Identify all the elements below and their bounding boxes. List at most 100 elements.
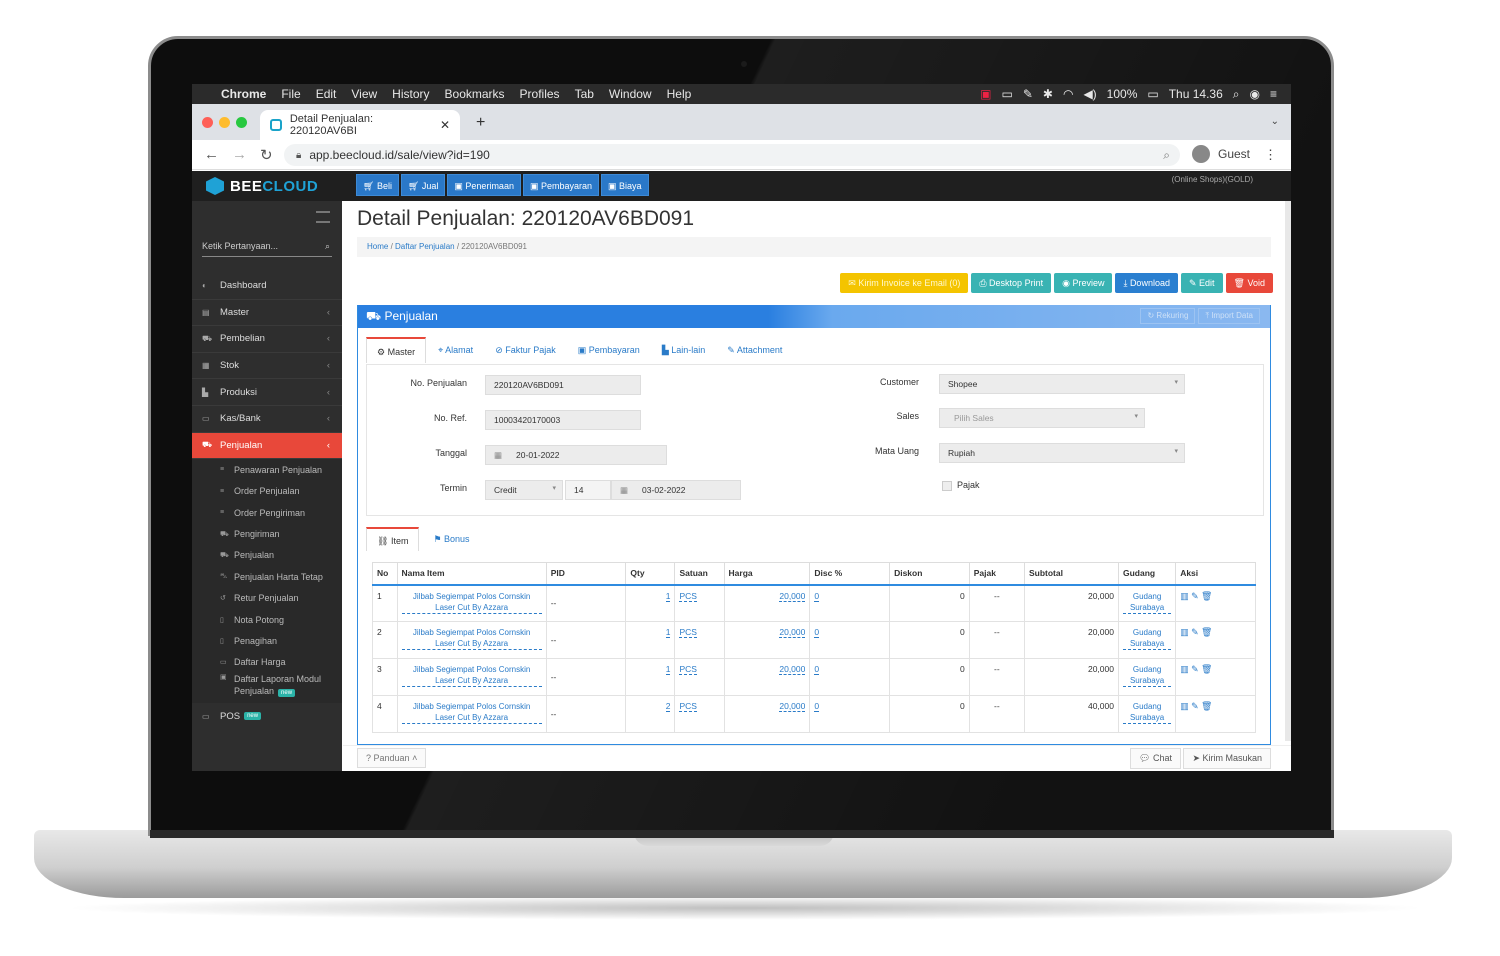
edit-icon[interactable]: ✎ bbox=[1191, 701, 1199, 711]
row-disc[interactable]: 0 bbox=[809, 584, 891, 622]
row-disc[interactable]: 0 bbox=[809, 695, 891, 733]
desktop-print-button[interactable]: ⎙ Desktop Print bbox=[971, 273, 1052, 293]
row-qty[interactable]: 1 bbox=[625, 621, 676, 659]
sidebar-sub-pengiriman[interactable]: ⛟ Pengiriman bbox=[192, 523, 342, 544]
display-icon[interactable]: ▭ bbox=[1001, 87, 1012, 101]
sidebar-sub-daftar-harga[interactable]: ▭ Daftar Harga bbox=[192, 652, 342, 673]
sidebar-sub-laporan[interactable]: ▣ Daftar Laporan Modul Penjualan new bbox=[192, 673, 342, 703]
profile-button[interactable]: Guest bbox=[1192, 145, 1250, 163]
row-satuan[interactable]: PCS bbox=[674, 621, 725, 659]
tab-item[interactable]: ⛓ Item bbox=[366, 527, 420, 551]
more-menu-icon[interactable]: ⋮ bbox=[1264, 147, 1277, 163]
import-data-button[interactable]: ⤒ Import Data bbox=[1198, 308, 1260, 324]
row-gudang[interactable]: Gudang Surabaya bbox=[1117, 695, 1177, 733]
termin-days-field[interactable]: 14 bbox=[565, 480, 611, 500]
sidebar-sub-order-penjualan[interactable]: ≡ Order Penjualan bbox=[192, 481, 342, 502]
tab-lain-lain[interactable]: ▙ Lain-lain bbox=[652, 337, 715, 363]
lock-icon[interactable]: 🔒︎ bbox=[296, 150, 301, 161]
row-harga[interactable]: 20,000 bbox=[723, 658, 811, 696]
pajak-checkbox[interactable] bbox=[942, 481, 952, 491]
delete-icon[interactable]: 🗑︎ bbox=[1201, 664, 1212, 674]
volume-icon[interactable]: ◀) bbox=[1083, 87, 1096, 101]
no-penjualan-field[interactable]: 220120AV6BD091 bbox=[485, 375, 641, 395]
sidebar-item-penjualan[interactable]: ⛟ Penjualan ‹ bbox=[192, 432, 342, 460]
battery-icon[interactable]: ▭ bbox=[1147, 87, 1158, 101]
download-button[interactable]: ⤓ Download bbox=[1115, 273, 1178, 293]
row-harga[interactable]: 20,000 bbox=[723, 584, 811, 622]
row-item-name[interactable]: Jilbab Segiempat Polos Cornskin Laser Cut… bbox=[396, 658, 547, 696]
delete-icon[interactable]: 🗑︎ bbox=[1201, 591, 1212, 601]
row-disc[interactable]: 0 bbox=[809, 621, 891, 659]
sidebar-search-input[interactable]: Ketik Pertanyaan... ⌕ bbox=[202, 241, 332, 257]
url-field[interactable]: 🔒︎ app.beecloud.id/sale/view?id=190 ⌕ bbox=[284, 144, 1180, 166]
tab-bonus[interactable]: ⚑ Bonus bbox=[423, 527, 479, 551]
close-window-button[interactable] bbox=[202, 117, 213, 128]
breadcrumb-home[interactable]: Home bbox=[367, 242, 388, 251]
void-button[interactable]: 🗑︎ Void bbox=[1225, 273, 1273, 293]
barcode-icon[interactable]: ▥ bbox=[1180, 627, 1189, 637]
sidebar-item-produksi[interactable]: ▙ Produksi ‹ bbox=[192, 379, 342, 406]
back-icon[interactable]: ← bbox=[204, 146, 220, 163]
tab-pembayaran[interactable]: ▣ Pembayaran bbox=[568, 337, 650, 363]
row-harga[interactable]: 20,000 bbox=[723, 621, 811, 659]
sidebar-sub-order-pengiriman[interactable]: ≡ Order Pengiriman bbox=[192, 502, 342, 523]
panduan-button[interactable]: ? Panduan ˄ bbox=[357, 748, 427, 768]
edit-icon[interactable]: ✎ bbox=[1191, 627, 1199, 637]
breadcrumb-daftar-penjualan[interactable]: Daftar Penjualan bbox=[395, 242, 455, 251]
forward-icon[interactable]: → bbox=[232, 146, 248, 163]
nav-jual-button[interactable]: 🛒︎ Jual bbox=[400, 174, 446, 196]
bluetooth-icon[interactable]: ✱ bbox=[1043, 87, 1053, 101]
minimize-window-button[interactable] bbox=[219, 117, 230, 128]
sales-select[interactable]: Pilih Sales ▾ bbox=[939, 408, 1145, 428]
close-tab-icon[interactable]: ✕ bbox=[440, 118, 450, 132]
zoom-icon[interactable]: ⌕ bbox=[1163, 148, 1170, 163]
row-item-name[interactable]: Jilbab Segiempat Polos Cornskin Laser Cut… bbox=[396, 695, 547, 733]
siri-icon[interactable]: ◉ bbox=[1250, 87, 1260, 101]
menu-help[interactable]: Help bbox=[667, 87, 692, 101]
tab-search-icon[interactable]: ⌄ bbox=[1271, 116, 1279, 127]
nav-beli-button[interactable]: 🛒︎ Beli bbox=[356, 174, 399, 196]
nav-biaya-button[interactable]: ▣ Biaya bbox=[601, 174, 649, 196]
nav-pembayaran-button[interactable]: ▣ Pembayaran bbox=[522, 174, 599, 196]
customer-select[interactable]: Shopee ▾ bbox=[939, 374, 1185, 394]
row-satuan[interactable]: PCS bbox=[674, 584, 725, 622]
row-gudang[interactable]: Gudang Surabaya bbox=[1117, 658, 1177, 696]
mata-uang-select[interactable]: Rupiah ▾ bbox=[939, 443, 1185, 463]
battery-level[interactable]: 100% bbox=[1107, 87, 1138, 101]
row-satuan[interactable]: PCS bbox=[674, 658, 725, 696]
sidebar-sub-nota-potong[interactable]: ▯ Nota Potong bbox=[192, 609, 342, 630]
row-gudang[interactable]: Gudang Surabaya bbox=[1117, 621, 1177, 659]
app-status-icon[interactable]: ▣ bbox=[980, 87, 991, 101]
sidebar-sub-penagihan[interactable]: ▯ Penagihan bbox=[192, 630, 342, 651]
sidebar-item-pos[interactable]: ▭ POS new bbox=[192, 703, 342, 730]
new-tab-icon[interactable]: + bbox=[476, 114, 485, 132]
barcode-icon[interactable]: ▥ bbox=[1180, 664, 1189, 674]
page-scrollbar[interactable] bbox=[1285, 201, 1291, 741]
row-disc[interactable]: 0 bbox=[809, 658, 891, 696]
sidebar-item-kasbank[interactable]: ▭ Kas/Bank ‹ bbox=[192, 406, 342, 433]
kirim-masukan-button[interactable]: ➤ Kirim Masukan bbox=[1183, 748, 1271, 769]
tanggal-field[interactable]: ▦ 20-01-2022 bbox=[485, 445, 667, 465]
search-icon[interactable]: ⌕ bbox=[325, 241, 330, 252]
row-item-name[interactable]: Jilbab Segiempat Polos Cornskin Laser Cut… bbox=[396, 621, 547, 659]
sidebar-sub-harta-tetap[interactable]: ⛍ Penjualan Harta Tetap bbox=[192, 566, 342, 587]
row-gudang[interactable]: Gudang Surabaya bbox=[1117, 584, 1177, 622]
preview-button[interactable]: ◉ Preview bbox=[1054, 273, 1113, 293]
menu-window[interactable]: Window bbox=[609, 87, 652, 101]
menu-bookmarks[interactable]: Bookmarks bbox=[445, 87, 505, 101]
sidebar-sub-retur[interactable]: ↺ Retur Penjualan bbox=[192, 588, 342, 609]
termin-type-select[interactable]: Credit ▾ bbox=[485, 480, 563, 500]
delete-icon[interactable]: 🗑︎ bbox=[1201, 627, 1212, 637]
menu-chrome[interactable]: Chrome bbox=[221, 87, 266, 101]
control-center-icon[interactable]: ≡ bbox=[1270, 87, 1277, 101]
reload-icon[interactable]: ↻ bbox=[260, 146, 276, 164]
pen-icon[interactable]: ✎ bbox=[1023, 87, 1033, 101]
no-ref-field[interactable]: 10003420170003 bbox=[485, 410, 641, 430]
wifi-icon[interactable]: ◠ bbox=[1063, 87, 1073, 101]
menu-edit[interactable]: Edit bbox=[316, 87, 337, 101]
menu-toggle-icon[interactable] bbox=[316, 211, 330, 223]
delete-icon[interactable]: 🗑︎ bbox=[1201, 701, 1212, 711]
sidebar-item-dashboard[interactable]: ◐ Dashboard bbox=[192, 273, 342, 300]
sidebar-item-master[interactable]: ▤ Master ‹ bbox=[192, 300, 342, 327]
row-satuan[interactable]: PCS bbox=[674, 695, 725, 733]
